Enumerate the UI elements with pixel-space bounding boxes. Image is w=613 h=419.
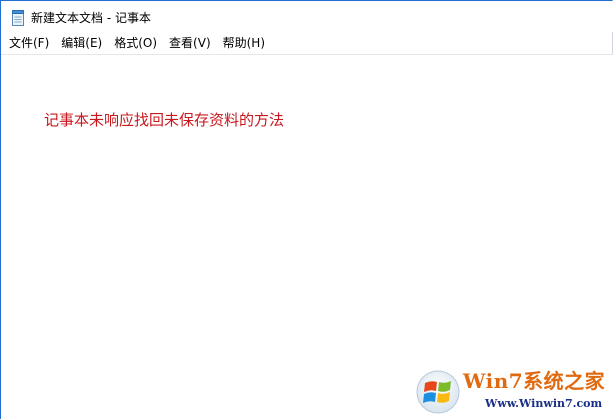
windows-logo-icon [416,370,460,414]
site-watermark: Win7系统之家 Www.Winwin7.com [415,367,611,417]
watermark-brand: Win7系统之家 [463,369,606,393]
editor-content[interactable]: 记事本未响应找回未保存资料的方法 [44,111,284,129]
notepad-icon [12,10,24,26]
watermark-url: Www.Winwin7.com [485,397,603,410]
window-title: 新建文本文档 - 记事本 [31,11,151,25]
menu-bar: 文件(F) 编辑(E) 格式(O) 查看(V) 帮助(H) [1,34,613,53]
notepad-window: 新建文本文档 - 记事本 文件(F) 编辑(E) 格式(O) 查看(V) 帮助(… [0,0,613,419]
menu-file[interactable]: 文件(F) [1,34,55,53]
menu-view[interactable]: 查看(V) [163,34,217,53]
text-editor-area[interactable]: 记事本未响应找回未保存资料的方法 Win7系统之家 Www.Winwin7.co… [1,55,613,419]
title-bar[interactable]: 新建文本文档 - 记事本 [1,1,613,32]
menu-format[interactable]: 格式(O) [108,34,163,53]
menu-help[interactable]: 帮助(H) [217,34,271,53]
menu-edit[interactable]: 编辑(E) [55,34,108,53]
